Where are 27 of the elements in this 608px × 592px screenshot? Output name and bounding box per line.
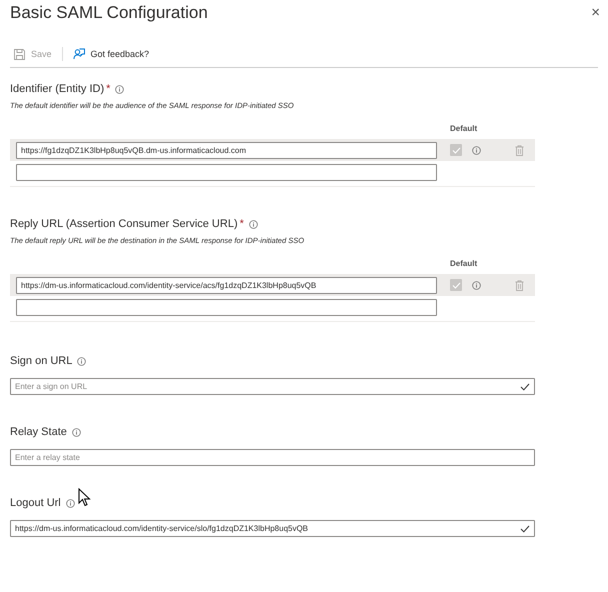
save-icon: [14, 48, 25, 60]
text-input-field[interactable]: Enter a sign on URL: [10, 378, 535, 395]
info-icon[interactable]: [472, 280, 481, 290]
checkmark-icon: [520, 382, 530, 390]
info-icon[interactable]: [66, 498, 75, 508]
mouse-cursor-icon: [78, 488, 91, 507]
panel-title: Basic SAML Configuration: [10, 2, 208, 24]
required-asterisk: *: [240, 217, 244, 231]
info-icon[interactable]: [115, 84, 124, 94]
info-icon[interactable]: [248, 220, 258, 228]
column-header: Default: [450, 259, 478, 268]
feedback-button[interactable]: Got feedback?: [68, 48, 154, 60]
required-asterisk: *: [106, 82, 110, 96]
feedback-icon: [72, 48, 85, 60]
info-icon[interactable]: [77, 356, 86, 366]
column-header: Default: [450, 124, 478, 133]
close-button[interactable]: ×: [591, 4, 600, 21]
info-icon[interactable]: [72, 428, 81, 436]
info-icon[interactable]: [472, 146, 481, 154]
text-input-field[interactable]: https://dm-us.informaticacloud.com/identity-service/slo/fg1dzqDZ1K3lbHp8uq5vQB: [10, 520, 535, 537]
field-label: Logout Url: [10, 496, 61, 510]
field-label: Relay State: [10, 425, 67, 439]
field-label: Sign on URL: [10, 354, 72, 368]
text-input-field[interactable]: Enter a relay state: [10, 449, 535, 466]
field-label: Reply URL (Assertion Consumer Service URL): [10, 217, 238, 231]
checkmark-icon: [520, 524, 530, 532]
field-label: Identifier (Entity ID): [10, 82, 104, 96]
